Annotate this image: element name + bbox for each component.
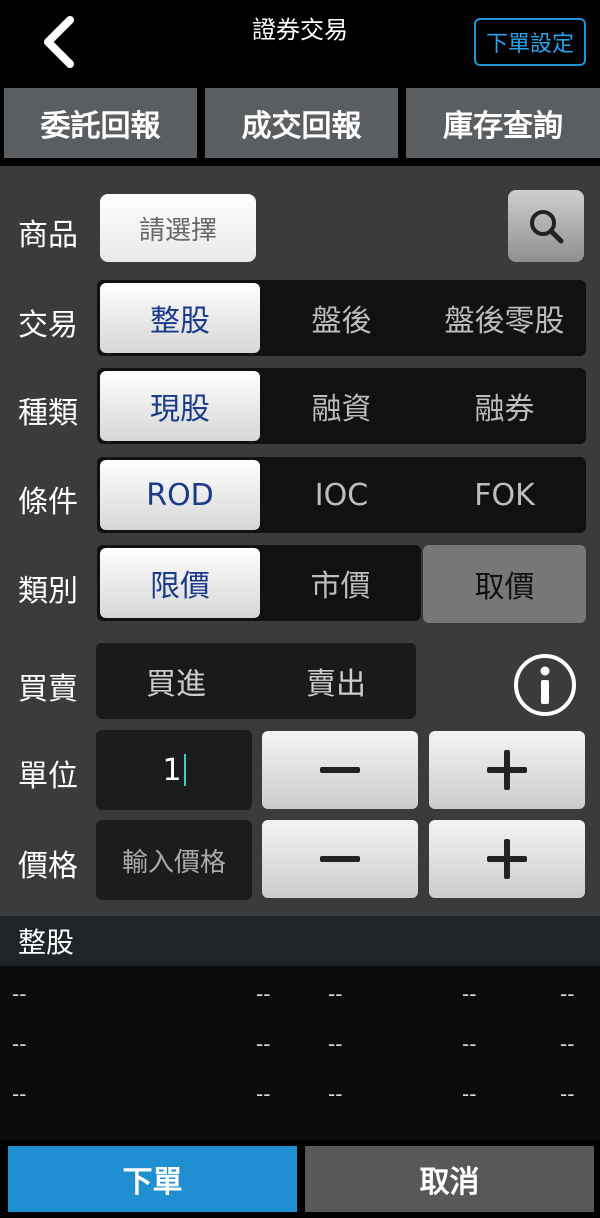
order-settings-button[interactable]: 下單設定 [474, 18, 586, 66]
quote-cell: -- [560, 1032, 575, 1056]
condition-option-ioc[interactable]: IOC [260, 457, 423, 533]
type-segment: 現股 融資 融券 [97, 368, 586, 444]
buysell-label: 買賣 [18, 672, 78, 707]
quote-table: -- -- -- -- -- -- -- -- -- -- -- -- -- -… [0, 966, 600, 1140]
quote-cell: -- [256, 1082, 271, 1106]
search-icon [530, 210, 564, 244]
minus-icon [320, 767, 360, 773]
quote-cell: -- [328, 1082, 343, 1106]
quote-cell: -- [560, 982, 575, 1006]
unit-increase-button[interactable] [429, 731, 585, 809]
quote-cell: -- [328, 1032, 343, 1056]
top-bar: 證券交易 下單設定 [0, 0, 600, 80]
place-order-button[interactable]: 下單 [8, 1146, 297, 1212]
trade-segment: 整股 盤後 盤後零股 [97, 280, 586, 356]
quote-cell: -- [12, 1082, 27, 1106]
plus-icon [487, 750, 527, 790]
info-icon [514, 654, 576, 716]
quote-cell: -- [462, 982, 477, 1006]
product-select[interactable]: 請選擇 [100, 194, 256, 262]
category-label: 類別 [18, 574, 78, 609]
price-increase-button[interactable] [429, 820, 585, 898]
category-segment: 限價 市價 [97, 545, 421, 621]
unit-decrease-button[interactable] [262, 731, 418, 809]
price-input[interactable]: 輸入價格 [96, 820, 252, 900]
quote-cell: -- [328, 982, 343, 1006]
condition-option-fok[interactable]: FOK [423, 457, 586, 533]
condition-label: 條件 [18, 485, 78, 520]
buysell-segment: 買進 賣出 [96, 643, 416, 719]
order-form: 商品 請選擇 交易 整股 盤後 盤後零股 種類 現股 融資 融券 條件 ROD … [0, 166, 600, 916]
search-button[interactable] [508, 190, 584, 262]
trade-option-whole[interactable]: 整股 [100, 283, 260, 353]
condition-segment: ROD IOC FOK [97, 457, 586, 533]
product-label: 商品 [18, 218, 78, 253]
quote-cell: -- [462, 1032, 477, 1056]
price-label: 價格 [18, 849, 78, 884]
quote-cell: -- [256, 982, 271, 1006]
tab-order-report[interactable]: 委託回報 [4, 88, 197, 158]
quote-cell: -- [256, 1032, 271, 1056]
get-price-button[interactable]: 取價 [423, 545, 586, 623]
unit-input[interactable]: 1 [96, 730, 252, 810]
quote-section-title: 整股 [0, 916, 600, 966]
category-option-limit[interactable]: 限價 [100, 548, 260, 618]
condition-option-rod[interactable]: ROD [100, 460, 260, 530]
tab-trade-report[interactable]: 成交回報 [205, 88, 398, 158]
quote-cell: -- [12, 982, 27, 1006]
tab-inventory-query[interactable]: 庫存查詢 [406, 88, 600, 158]
type-option-margin[interactable]: 融資 [260, 368, 423, 444]
bottom-action-bar: 下單 取消 [0, 1140, 600, 1218]
trade-option-after-hours-odd[interactable]: 盤後零股 [423, 280, 586, 356]
unit-value: 1 [162, 752, 182, 788]
type-option-cash[interactable]: 現股 [100, 371, 260, 441]
info-button[interactable] [513, 653, 577, 717]
cancel-button[interactable]: 取消 [305, 1146, 594, 1212]
type-label: 種類 [18, 396, 78, 431]
sell-option[interactable]: 賣出 [256, 643, 416, 719]
trade-option-after-hours[interactable]: 盤後 [260, 280, 423, 356]
price-decrease-button[interactable] [262, 820, 418, 898]
text-cursor [183, 754, 186, 786]
quote-cell: -- [12, 1032, 27, 1056]
plus-icon [487, 839, 527, 879]
report-tabs: 委託回報 成交回報 庫存查詢 [0, 88, 600, 158]
category-option-market[interactable]: 市價 [260, 545, 421, 621]
type-option-short[interactable]: 融券 [423, 368, 586, 444]
minus-icon [320, 856, 360, 862]
quote-cell: -- [560, 1082, 575, 1106]
unit-label: 單位 [18, 759, 78, 794]
buy-option[interactable]: 買進 [96, 643, 256, 719]
trade-label: 交易 [18, 308, 78, 343]
quote-cell: -- [462, 1082, 477, 1106]
